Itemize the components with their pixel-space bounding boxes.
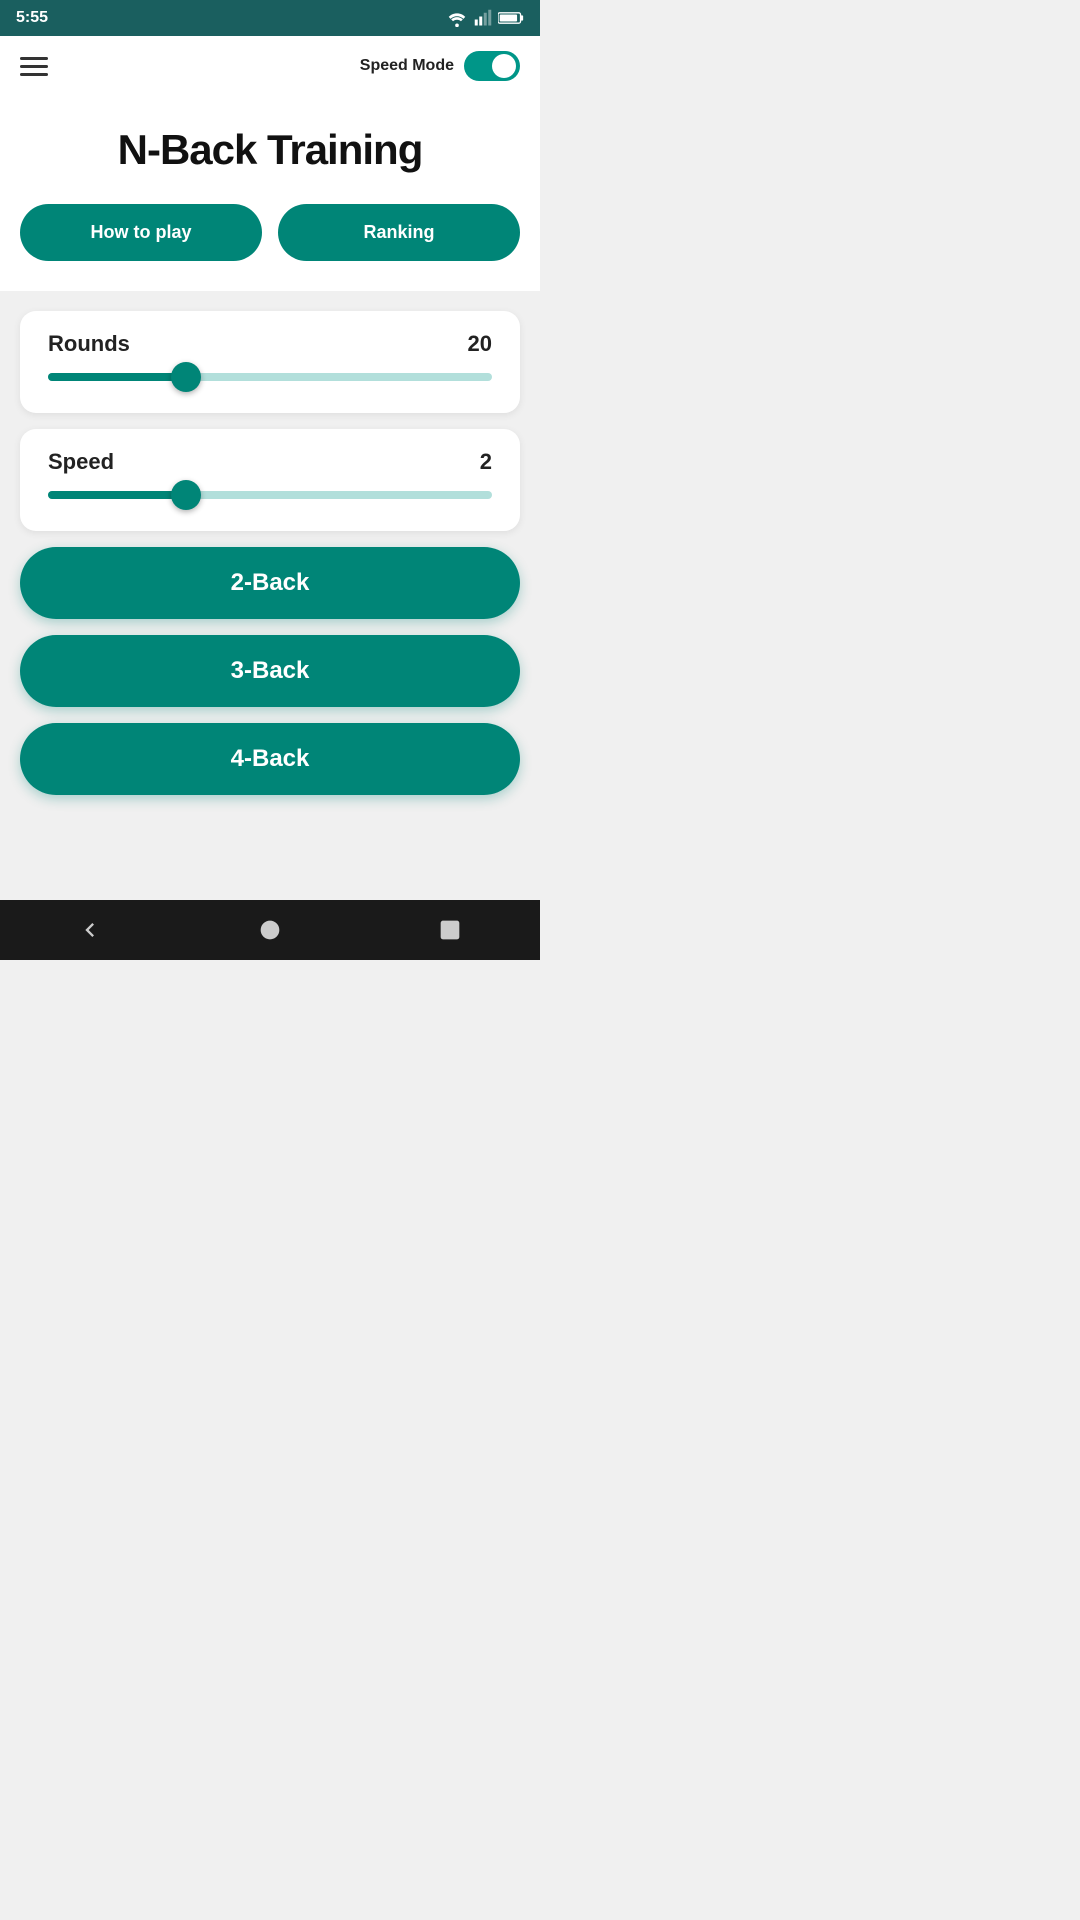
nav-bar (0, 900, 540, 960)
rounds-slider-thumb[interactable] (171, 362, 201, 392)
speed-mode-container: Speed Mode (360, 51, 520, 81)
rounds-slider-fill (48, 373, 186, 381)
speed-slider-track[interactable] (48, 491, 492, 499)
back-nav-icon (76, 916, 104, 944)
status-icons (446, 9, 524, 27)
speed-label: Speed (48, 449, 114, 475)
speed-mode-toggle[interactable] (464, 51, 520, 81)
home-nav-button[interactable] (246, 906, 294, 954)
speed-slider-header: Speed 2 (48, 449, 492, 475)
speed-slider-card: Speed 2 (20, 429, 520, 531)
speed-value: 2 (480, 449, 492, 475)
2back-button[interactable]: 2-Back (20, 547, 520, 619)
rounds-slider-track[interactable] (48, 373, 492, 381)
main-content: Rounds 20 Speed 2 2-Back 3-Back 4-Back 5… (0, 301, 540, 900)
ranking-button[interactable]: Ranking (278, 204, 520, 261)
rounds-slider-header: Rounds 20 (48, 331, 492, 357)
speed-mode-label: Speed Mode (360, 57, 454, 75)
how-to-play-button[interactable]: How to play (20, 204, 262, 261)
rounds-value: 20 (468, 331, 492, 357)
status-time: 5:55 (16, 9, 48, 27)
rounds-slider-card: Rounds 20 (20, 311, 520, 413)
recents-nav-icon (436, 916, 464, 944)
home-nav-icon (256, 916, 284, 944)
status-bar: 5:55 (0, 0, 540, 36)
back-nav-button[interactable] (66, 906, 114, 954)
recents-nav-button[interactable] (426, 906, 474, 954)
battery-icon (498, 10, 524, 26)
speed-slider-fill (48, 491, 186, 499)
app-bar: Speed Mode (0, 36, 540, 96)
3back-button[interactable]: 3-Back (20, 635, 520, 707)
wifi-icon (446, 9, 468, 27)
app-title: N-Back Training (20, 126, 520, 174)
4back-button[interactable]: 4-Back (20, 723, 520, 795)
rounds-label: Rounds (48, 331, 130, 357)
signal-icon (474, 9, 492, 27)
header-card: N-Back Training How to play Ranking (0, 96, 540, 291)
hamburger-menu-button[interactable] (20, 57, 48, 76)
header-buttons: How to play Ranking (20, 204, 520, 261)
speed-slider-thumb[interactable] (171, 480, 201, 510)
